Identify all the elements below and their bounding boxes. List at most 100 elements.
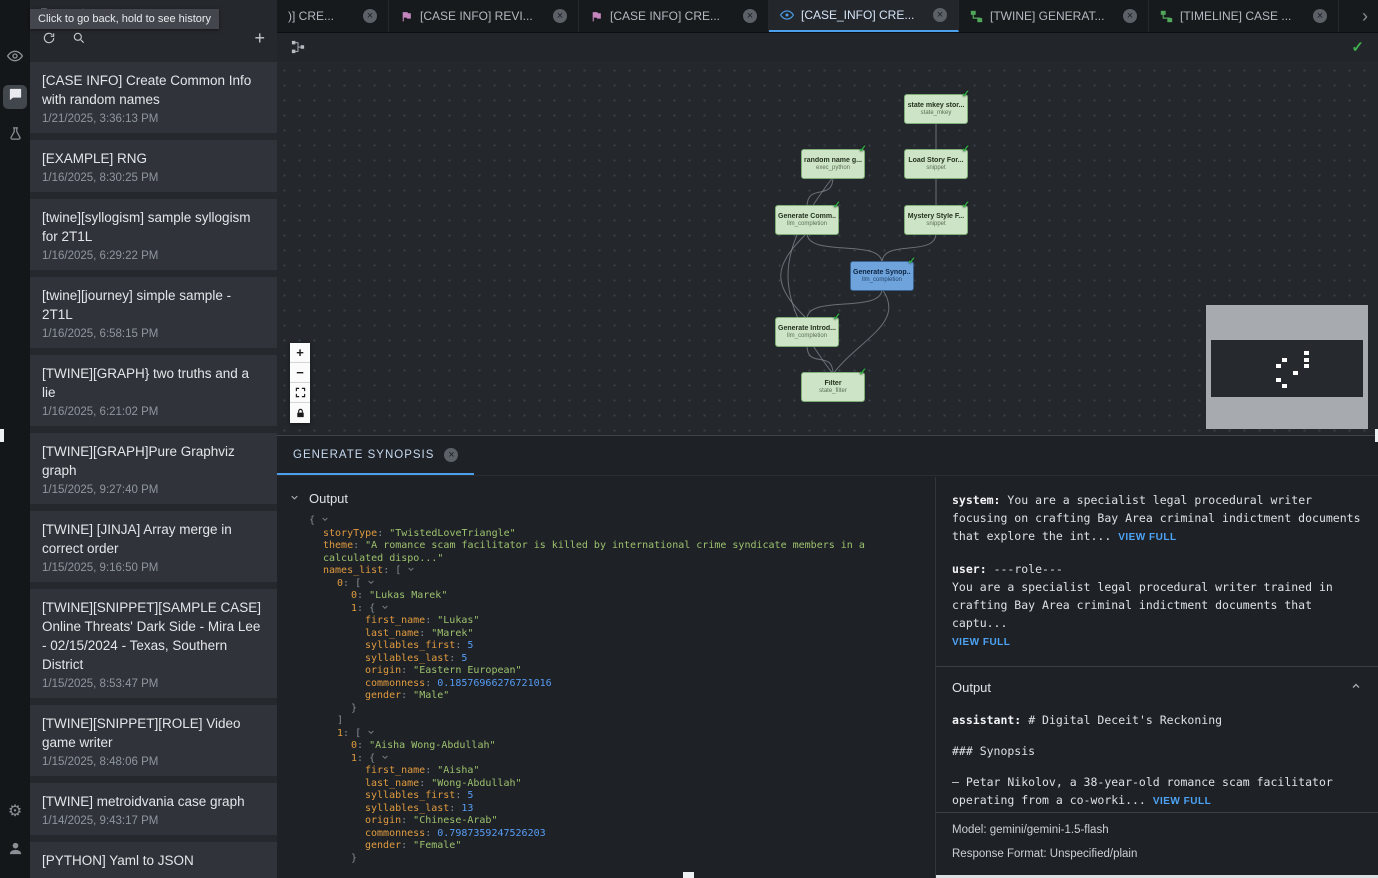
collapse-caret-icon[interactable]	[381, 753, 389, 764]
system-view-full-link[interactable]: VIEW FULL	[1118, 532, 1176, 543]
node-output-panel: Output {storyType: "TwistedLoveTriangle"…	[277, 477, 935, 878]
json-value: 5	[461, 653, 467, 664]
editor-tab[interactable]: )] CRE...×	[277, 0, 389, 32]
prompt-title: [TWINE] [JINJA] Array merge in correct o…	[42, 520, 265, 558]
fit-view-button[interactable]	[290, 383, 310, 403]
prompt-list-item[interactable]: [twine][journey] simple sample - 2T1L1/1…	[30, 277, 277, 348]
json-line: syllables_last: 13	[277, 803, 935, 816]
graph-node[interactable]: random name g...exec_python✓	[801, 149, 865, 179]
search-icon[interactable]	[72, 31, 86, 45]
prompt-title: [twine][journey] simple sample - 2T1L	[42, 286, 265, 324]
json-key: syllables_last	[365, 653, 449, 664]
prompt-timestamp: 1/21/2025, 3:36:13 PM	[42, 113, 265, 125]
sidebar-item-preview[interactable]	[3, 46, 27, 70]
collapse-caret-icon[interactable]	[367, 578, 375, 589]
graph-node[interactable]: Generate Introd...llm_completion✓	[775, 317, 839, 347]
prompt-timestamp: 1/15/2025, 8:48:06 PM	[42, 756, 265, 768]
lock-button[interactable]	[290, 403, 310, 423]
assistant-view-full-link[interactable]: VIEW FULL	[1153, 796, 1211, 807]
output-header-label: Output	[309, 491, 348, 506]
node-subtitle: llm_completion	[862, 277, 902, 283]
json-key: storyType	[323, 528, 377, 539]
editor-tab[interactable]: [TWINE] GENERAT...×	[959, 0, 1149, 32]
prompt-list-item[interactable]: [TWINE][GRAPH]Pure Graphviz graph1/15/20…	[30, 433, 277, 504]
collapse-caret-icon[interactable]	[367, 728, 375, 739]
flag-icon	[590, 10, 603, 23]
prompt-list-item[interactable]: [TWINE][GRAPH} two truths and a lie1/16/…	[30, 355, 277, 426]
tab-close-icon[interactable]: ×	[933, 8, 947, 22]
minimap-node-dot	[1293, 371, 1298, 375]
activity-bar: ⚙	[0, 0, 30, 878]
prompt-list-item[interactable]: [PYTHON] Yaml to JSON	[30, 842, 277, 878]
json-value: "Aisha"	[437, 765, 479, 776]
prompt-list-item[interactable]: [TWINE][SNIPPET][ROLE] Video game writer…	[30, 705, 277, 776]
prompt-timestamp: 1/16/2025, 6:29:22 PM	[42, 250, 265, 262]
zoom-in-button[interactable]: +	[290, 343, 310, 363]
graph-node[interactable]: Generate Synop...llm_completion✓	[850, 261, 914, 291]
tab-close-icon[interactable]: ×	[553, 9, 567, 23]
prompt-list-item[interactable]: [CASE INFO] Create Common Info with rand…	[30, 62, 277, 133]
add-prompt-button[interactable]: +	[254, 29, 265, 47]
json-line: 0: "Aisha Wong-Abdullah"	[277, 740, 935, 753]
minimap-node-dot	[1304, 364, 1309, 368]
panel-resize-grip-left[interactable]	[0, 429, 4, 442]
bottom-tab-close-icon[interactable]: ×	[444, 448, 458, 462]
user-message-line1: ---role---	[994, 562, 1063, 576]
sidebar-item-experiments[interactable]	[3, 124, 27, 148]
minimap-node-dot	[1304, 358, 1309, 362]
prompt-list-item[interactable]: [TWINE] metroidvania case graph1/14/2025…	[30, 783, 277, 835]
collapse-caret-icon[interactable]	[407, 565, 415, 576]
refresh-icon[interactable]	[42, 31, 56, 45]
output-section-header[interactable]: Output	[277, 487, 935, 512]
json-key: syllables_first	[365, 640, 455, 651]
minimap[interactable]	[1206, 305, 1368, 429]
user-view-full-link[interactable]: VIEW FULL	[952, 637, 1010, 648]
json-value: {	[309, 515, 315, 526]
tab-close-icon[interactable]: ×	[1313, 9, 1327, 23]
json-value: }	[351, 703, 357, 714]
bottom-tab-generate-synopsis[interactable]: GENERATE SYNOPSIS ×	[277, 436, 474, 475]
collapse-caret-icon[interactable]	[381, 603, 389, 614]
tab-overflow-chevron-icon[interactable]: ›	[1352, 0, 1378, 32]
tab-label: [CASE_INFO] CRE...	[801, 8, 926, 22]
settings-button[interactable]: ⚙	[3, 800, 27, 824]
run-success-check-icon: ✓	[1351, 38, 1364, 56]
account-button[interactable]	[3, 839, 27, 863]
prompt-list-item[interactable]: [EXAMPLE] RNG1/16/2025, 8:30:25 PM	[30, 140, 277, 192]
prompt-list-item[interactable]: [TWINE] [JINJA] Array merge in correct o…	[30, 511, 277, 582]
auto-layout-icon[interactable]	[291, 40, 305, 54]
graph-node[interactable]: Load Story For...snippet✓	[904, 149, 968, 179]
prompt-list-item[interactable]: [TWINE][SNIPPET][SAMPLE CASE] Online Thr…	[30, 589, 277, 698]
bottom-tab-bar: GENERATE SYNOPSIS ×	[277, 436, 1378, 476]
tab-close-icon[interactable]: ×	[743, 9, 757, 23]
zoom-out-button[interactable]: −	[290, 363, 310, 383]
panel-resize-grip-bottom[interactable]	[683, 872, 694, 878]
minimap-node-dot	[1276, 378, 1281, 382]
node-check-icon: ✓	[833, 200, 841, 211]
editor-tab[interactable]: [CASE_INFO] CRE... ×	[769, 0, 959, 32]
json-value: "TwistedLoveTriangle"	[389, 528, 515, 539]
json-key: names_list	[323, 565, 383, 576]
editor-tab[interactable]: [CASE INFO] REVI...×	[389, 0, 579, 32]
graph-canvas[interactable]: state mkey stor...state_mkey✓random name…	[277, 33, 1378, 435]
collapse-caret-icon[interactable]	[321, 515, 329, 526]
json-line: last_name: "Wong-Abdullah"	[277, 778, 935, 791]
right-output-header[interactable]: Output	[952, 679, 1362, 697]
graph-node[interactable]: state mkey stor...state_mkey✓	[904, 94, 968, 124]
node-subtitle: snippet	[926, 165, 945, 171]
graph-node[interactable]: Generate Comm...llm_completion✓	[775, 205, 839, 235]
sidebar-item-prompts[interactable]	[3, 85, 27, 109]
graph-node[interactable]: Filterstate_filter✓	[801, 372, 865, 402]
node-subtitle: exec_python	[816, 165, 850, 171]
graph-node[interactable]: Mystery Style F...snippet✓	[904, 205, 968, 235]
node-title: state mkey stor...	[908, 102, 965, 109]
json-line: first_name: "Lukas"	[277, 615, 935, 628]
prompt-timestamp: 1/16/2025, 6:21:02 PM	[42, 406, 265, 418]
tab-close-icon[interactable]: ×	[363, 9, 377, 23]
editor-tab[interactable]: [CASE INFO] CRE...×	[579, 0, 769, 32]
json-value: }	[351, 853, 357, 864]
tab-close-icon[interactable]: ×	[1123, 9, 1137, 23]
editor-tab[interactable]: [TIMELINE] CASE ...×	[1149, 0, 1339, 32]
prompt-list-item[interactable]: [twine][syllogism] sample syllogism for …	[30, 199, 277, 270]
json-line: {	[277, 515, 935, 528]
